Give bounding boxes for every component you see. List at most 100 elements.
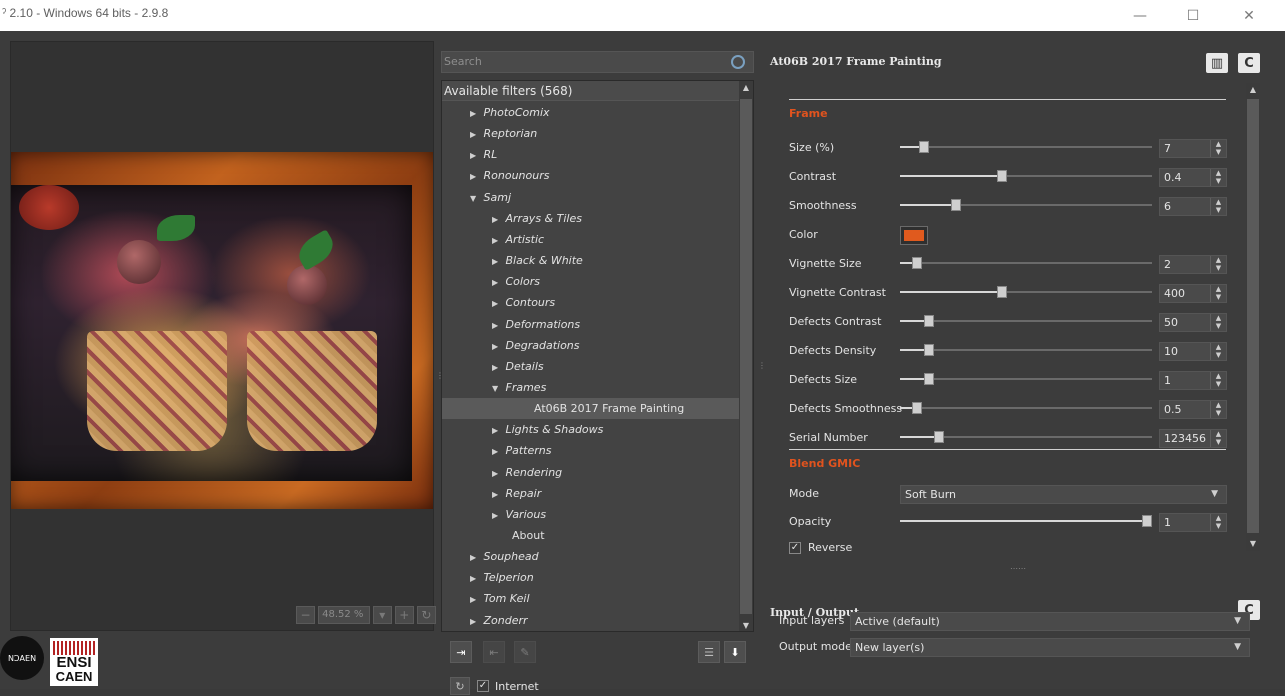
chevron-down-icon[interactable]: ▼	[470, 188, 480, 209]
filter-tree-item[interactable]: ▶ Patterns	[442, 440, 740, 461]
copy-command-icon[interactable]: ▥	[1206, 53, 1228, 73]
search-icon[interactable]	[731, 55, 745, 69]
zoom-out-button[interactable]: −	[296, 606, 316, 624]
scroll-thumb[interactable]	[1247, 99, 1259, 533]
filter-tree[interactable]: Available filters (568) ▶ PhotoComix ▶ Re…	[441, 80, 754, 632]
param-spinbox[interactable]: 0.5 ▲ ▼	[1159, 400, 1227, 419]
preview-pane[interactable]	[10, 41, 434, 631]
param-slider[interactable]	[900, 255, 1152, 271]
remove-fave-icon[interactable]: ⇤	[483, 641, 505, 663]
param-slider[interactable]	[900, 197, 1152, 213]
filter-tree-item[interactable]: ▶ Artistic	[442, 229, 740, 250]
maximize-button[interactable]: ☐	[1170, 0, 1216, 31]
add-fave-icon[interactable]: ⇥	[450, 641, 472, 663]
filter-tree-item[interactable]: ▶ RL	[442, 144, 740, 165]
filter-tree-item[interactable]: About	[442, 525, 740, 546]
slider-handle[interactable]	[1142, 515, 1152, 527]
opacity-spinbox[interactable]: 1 ▲ ▼	[1159, 513, 1227, 532]
slider-handle[interactable]	[924, 373, 935, 385]
filter-tree-item[interactable]: ▶ Details	[442, 356, 740, 377]
chevron-right-icon[interactable]: ▶	[470, 547, 480, 568]
expand-collapse-icon[interactable]: ⬇	[724, 641, 746, 663]
spin-arrows-icon[interactable]: ▲ ▼	[1210, 514, 1226, 531]
chevron-right-icon[interactable]: ▶	[492, 441, 502, 462]
opacity-slider[interactable]	[900, 513, 1152, 529]
chevron-right-icon[interactable]: ▶	[492, 505, 502, 526]
scroll-up-icon[interactable]: ▲	[1246, 83, 1260, 97]
chevron-right-icon[interactable]: ▶	[492, 230, 502, 251]
filter-tree-item[interactable]: ▶ Reptorian	[442, 123, 740, 144]
param-spinbox[interactable]: 6 ▲ ▼	[1159, 197, 1227, 216]
spin-arrows-icon[interactable]: ▲ ▼	[1210, 140, 1226, 157]
param-spinbox[interactable]: 1 ▲ ▼	[1159, 371, 1227, 390]
internet-checkbox[interactable]: ✓	[477, 680, 489, 692]
chevron-right-icon[interactable]: ▶	[470, 611, 480, 631]
chevron-right-icon[interactable]: ▶	[492, 209, 502, 230]
filter-tree-item[interactable]: ▶ Ronounours	[442, 165, 740, 186]
spin-arrows-icon[interactable]: ▲ ▼	[1210, 285, 1226, 302]
scroll-thumb[interactable]	[740, 99, 752, 614]
output-mode-select[interactable]: New layer(s) ▼	[850, 638, 1250, 657]
slider-handle[interactable]	[924, 315, 935, 327]
filter-tree-item[interactable]: ▶ Various	[442, 504, 740, 525]
slider-handle[interactable]	[924, 344, 935, 356]
filter-tree-item[interactable]: ▶ PhotoComix	[442, 102, 740, 123]
chevron-right-icon[interactable]: ▶	[492, 463, 502, 484]
filter-tree-item[interactable]: ▶ Degradations	[442, 335, 740, 356]
slider-handle[interactable]	[996, 286, 1007, 298]
reset-zoom-button[interactable]: ↻	[416, 606, 436, 624]
param-spinbox[interactable]: 2 ▲ ▼	[1159, 255, 1227, 274]
color-picker-button[interactable]	[900, 226, 928, 245]
chevron-right-icon[interactable]: ▶	[492, 420, 502, 441]
param-slider[interactable]	[900, 284, 1152, 300]
spin-arrows-icon[interactable]: ▲ ▼	[1210, 401, 1226, 418]
spin-arrows-icon[interactable]: ▲ ▼	[1210, 314, 1226, 331]
rename-fave-icon[interactable]: ✎	[514, 641, 536, 663]
zoom-input[interactable]: 48.52 %	[318, 606, 370, 624]
param-spinbox[interactable]: 123456 ▲ ▼	[1159, 429, 1227, 448]
filter-tree-item[interactable]: ▶ Black & White	[442, 250, 740, 271]
scroll-down-icon[interactable]: ▼	[739, 619, 753, 631]
filter-tree-item[interactable]: ▶ Telperion	[442, 567, 740, 588]
param-slider[interactable]	[900, 429, 1152, 445]
slider-handle[interactable]	[996, 170, 1007, 182]
slider-handle[interactable]	[912, 402, 923, 414]
mode-select[interactable]: Soft Burn ▼	[900, 485, 1227, 504]
chevron-right-icon[interactable]: ▶	[470, 145, 480, 166]
chevron-right-icon[interactable]: ▶	[492, 293, 502, 314]
param-slider[interactable]	[900, 313, 1152, 329]
param-slider[interactable]	[900, 342, 1152, 358]
chevron-right-icon[interactable]: ▶	[470, 124, 480, 145]
filter-tree-item[interactable]: ▶ Deformations	[442, 314, 740, 335]
filter-tree-item[interactable]: ▶ Colors	[442, 271, 740, 292]
spin-arrows-icon[interactable]: ▲ ▼	[1210, 430, 1226, 447]
close-button[interactable]: ✕	[1226, 0, 1272, 31]
chevron-right-icon[interactable]: ▶	[492, 336, 502, 357]
spin-arrows-icon[interactable]: ▲ ▼	[1210, 169, 1226, 186]
filter-tree-item[interactable]: ▼ Frames	[442, 377, 740, 398]
scroll-up-icon[interactable]: ▲	[739, 81, 753, 95]
param-slider[interactable]	[900, 371, 1152, 387]
chevron-right-icon[interactable]: ▶	[470, 103, 480, 124]
slider-handle[interactable]	[919, 141, 930, 153]
param-slider[interactable]	[900, 139, 1152, 155]
param-spinbox[interactable]: 10 ▲ ▼	[1159, 342, 1227, 361]
chevron-right-icon[interactable]: ▶	[470, 568, 480, 589]
filter-tree-item[interactable]: ▶ Tom Keil	[442, 588, 740, 609]
chevron-right-icon[interactable]: ▶	[492, 272, 502, 293]
spin-arrows-icon[interactable]: ▲ ▼	[1210, 343, 1226, 360]
filter-tree-item[interactable]: ▶ Arrays & Tiles	[442, 208, 740, 229]
filter-tree-item[interactable]: ▶ Souphead	[442, 546, 740, 567]
chevron-down-icon[interactable]: ▼	[492, 378, 502, 399]
filter-tree-item[interactable]: ▶ Repair	[442, 483, 740, 504]
param-spinbox[interactable]: 0.4 ▲ ▼	[1159, 168, 1227, 187]
parameters-scrollbar[interactable]: ▲ ▼	[1246, 83, 1260, 551]
reset-params-icon[interactable]: C	[1238, 53, 1260, 73]
filter-tree-item[interactable]: ▶ Contours	[442, 292, 740, 313]
param-spinbox[interactable]: 50 ▲ ▼	[1159, 313, 1227, 332]
spin-arrows-icon[interactable]: ▲ ▼	[1210, 198, 1226, 215]
chevron-right-icon[interactable]: ▶	[492, 315, 502, 336]
scroll-down-icon[interactable]: ▼	[1246, 537, 1260, 551]
filter-tree-item[interactable]: ▼ Samj	[442, 187, 740, 208]
chevron-right-icon[interactable]: ▶	[470, 589, 480, 610]
